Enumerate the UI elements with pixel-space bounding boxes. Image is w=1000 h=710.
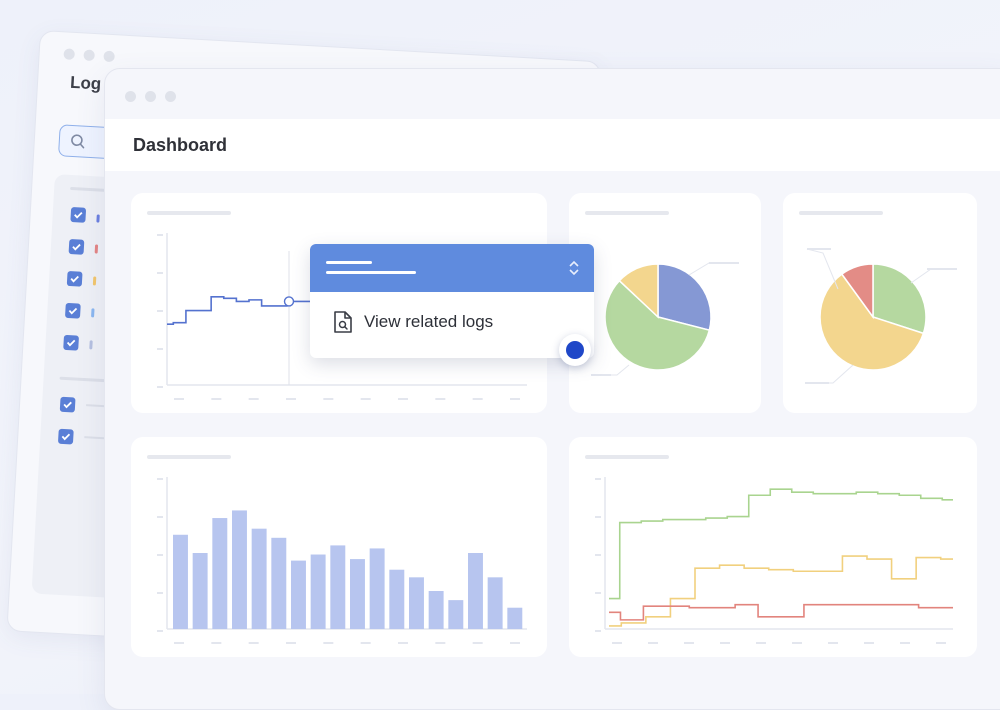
maximize-dot[interactable] — [165, 91, 176, 102]
hover-point — [283, 296, 295, 307]
bar — [173, 534, 188, 629]
level-marker — [91, 308, 95, 318]
multi-line-chart-card — [569, 437, 977, 657]
close-dot[interactable] — [125, 91, 136, 102]
dashboard-header — [105, 119, 1000, 171]
view-related-logs-label: View related logs — [364, 312, 494, 331]
header-placeholder-line — [326, 261, 372, 264]
log-checkbox[interactable] — [66, 270, 83, 287]
pointer-cursor-indicator — [559, 334, 591, 366]
bar — [232, 510, 247, 629]
bar — [389, 569, 405, 629]
context-menu-header[interactable] — [310, 244, 594, 292]
bar — [428, 591, 444, 629]
bar — [251, 528, 267, 629]
dashboard-window: Dashboard — [104, 68, 1000, 710]
header-placeholder-line — [326, 271, 416, 274]
bar — [212, 518, 228, 629]
window-controls[interactable] — [63, 48, 115, 63]
bar — [330, 545, 346, 629]
pie-chart[interactable] — [783, 193, 977, 413]
pie-chart[interactable] — [569, 193, 761, 413]
series-line — [609, 555, 953, 627]
minimize-dot[interactable] — [83, 49, 95, 62]
bar — [310, 554, 326, 629]
leader-line — [688, 262, 735, 276]
minimize-dot[interactable] — [145, 91, 156, 102]
bar — [350, 559, 365, 629]
level-marker — [92, 276, 97, 286]
chevron-up-down-icon[interactable] — [568, 258, 580, 278]
pie-chart-card — [783, 193, 977, 413]
multi-line-chart[interactable] — [569, 437, 977, 657]
page-title: Dashboard — [133, 135, 228, 155]
file-search-icon — [334, 311, 352, 333]
bar — [271, 537, 287, 629]
bar — [291, 560, 306, 629]
maximize-dot[interactable] — [103, 50, 115, 63]
bar-chart-card — [131, 437, 547, 657]
bar — [369, 548, 385, 629]
series-line — [167, 296, 331, 325]
bar-chart[interactable] — [131, 437, 547, 657]
bar — [487, 577, 503, 629]
level-marker — [96, 214, 100, 223]
bar — [409, 577, 424, 629]
bar — [448, 600, 464, 629]
log-checkbox[interactable] — [57, 428, 74, 445]
bar — [507, 607, 523, 629]
search-icon — [71, 134, 85, 149]
window-controls[interactable] — [125, 91, 176, 102]
log-checkbox[interactable] — [64, 302, 81, 319]
chart-context-menu: View related logs — [310, 244, 594, 358]
level-marker — [89, 340, 93, 350]
log-checkbox[interactable] — [59, 396, 76, 413]
pie-chart-card — [569, 193, 761, 413]
bar — [468, 553, 483, 629]
log-checkbox[interactable] — [68, 238, 85, 255]
logs-title: Log — [69, 72, 102, 94]
leader-line — [597, 364, 630, 376]
level-marker — [94, 244, 99, 254]
leader-line — [910, 268, 953, 284]
view-related-logs-button[interactable]: View related logs — [332, 308, 493, 336]
log-checkbox[interactable] — [63, 334, 79, 351]
close-dot[interactable] — [63, 48, 75, 60]
leader-line — [813, 364, 854, 384]
bar — [192, 553, 208, 629]
log-checkbox[interactable] — [70, 207, 87, 223]
series-line — [609, 488, 953, 600]
